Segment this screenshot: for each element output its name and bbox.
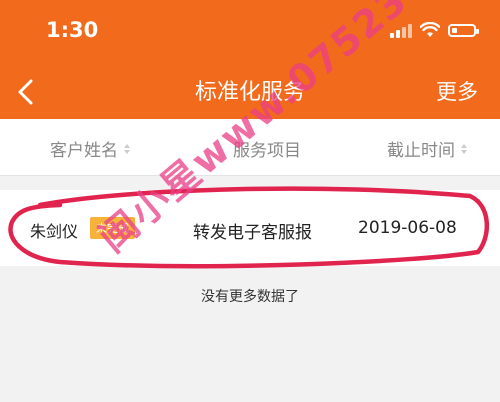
red-circle-annotation: [8, 186, 490, 269]
